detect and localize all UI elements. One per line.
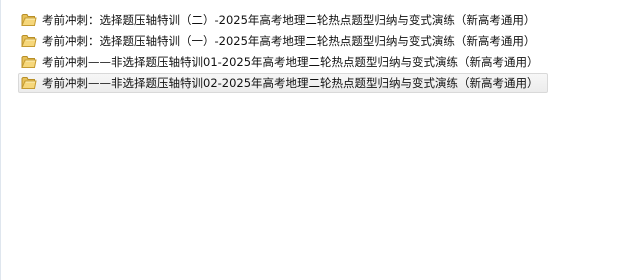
pane-border — [0, 0, 1, 280]
file-list: 考前冲刺：选择题压轴特训（二）-2025年高考地理二轮热点题型归纳与变式演练（新… — [18, 10, 608, 94]
folder-icon — [21, 34, 37, 48]
folder-name: 考前冲刺：选择题压轴特训（一）-2025年高考地理二轮热点题型归纳与变式演练（新… — [42, 34, 536, 48]
folder-icon — [21, 76, 37, 90]
folder-name: 考前冲刺：选择题压轴特训（二）-2025年高考地理二轮热点题型归纳与变式演练（新… — [42, 13, 536, 27]
file-pane: 考前冲刺：选择题压轴特训（二）-2025年高考地理二轮热点题型归纳与变式演练（新… — [0, 0, 626, 280]
folder-item[interactable]: 考前冲刺——非选择题压轴特训01-2025年高考地理二轮热点题型归纳与变式演练（… — [18, 52, 548, 72]
folder-icon — [21, 13, 37, 27]
folder-item[interactable]: 考前冲刺：选择题压轴特训（二）-2025年高考地理二轮热点题型归纳与变式演练（新… — [18, 10, 544, 30]
folder-item[interactable]: 考前冲刺：选择题压轴特训（一）-2025年高考地理二轮热点题型归纳与变式演练（新… — [18, 31, 544, 51]
folder-name: 考前冲刺——非选择题压轴特训01-2025年高考地理二轮热点题型归纳与变式演练（… — [42, 55, 539, 69]
folder-icon — [21, 55, 37, 69]
folder-item-selected[interactable]: 考前冲刺——非选择题压轴特训02-2025年高考地理二轮热点题型归纳与变式演练（… — [18, 73, 548, 93]
folder-name: 考前冲刺——非选择题压轴特训02-2025年高考地理二轮热点题型归纳与变式演练（… — [42, 76, 539, 90]
